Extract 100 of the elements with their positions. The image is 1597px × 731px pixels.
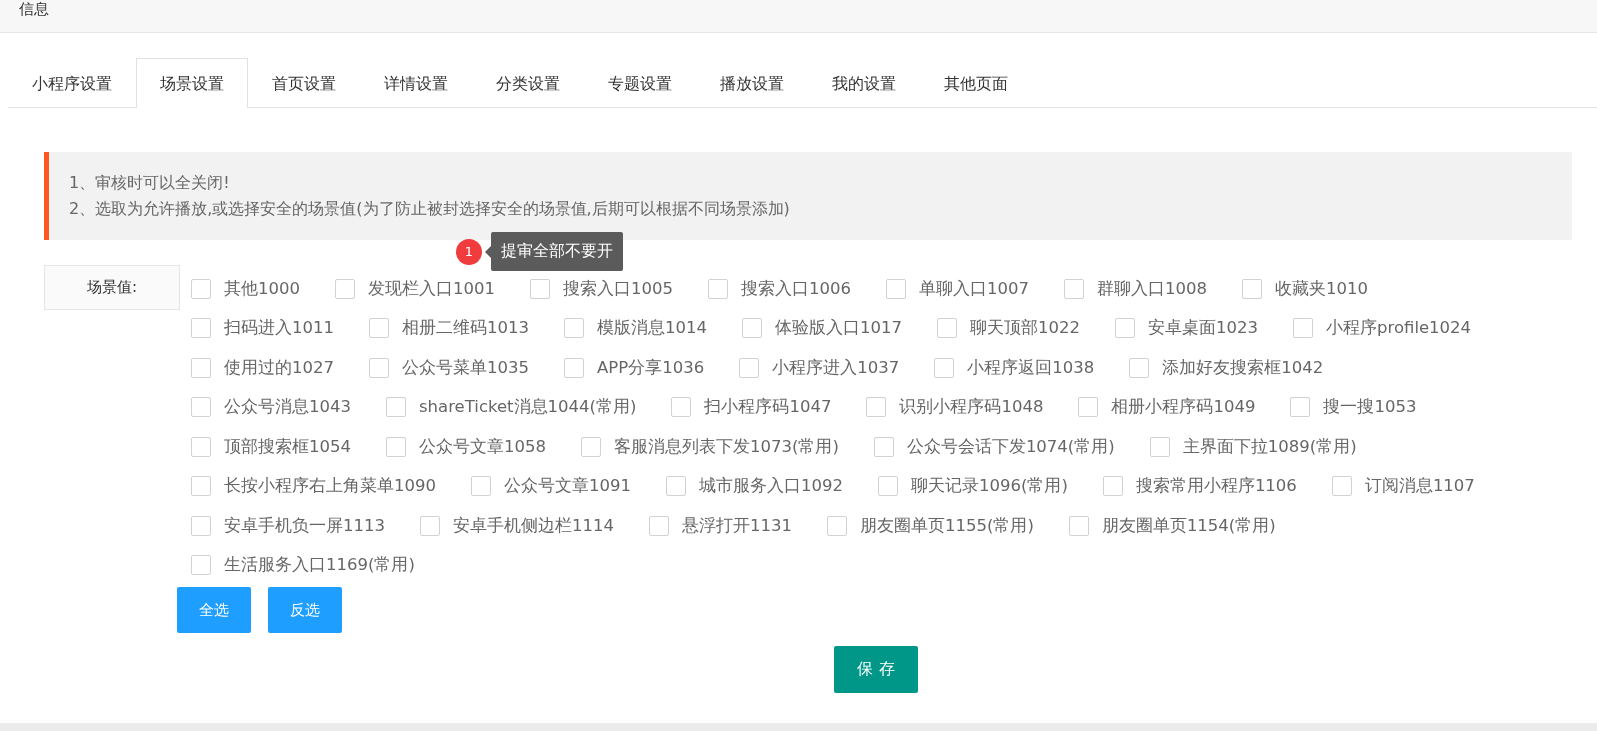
checkbox-label[interactable]: 小程序profile1024 — [1326, 317, 1472, 340]
checkbox[interactable] — [886, 278, 906, 299]
checkbox-label[interactable]: 朋友圈单页1155(常用) — [860, 514, 1034, 537]
checkbox-label[interactable]: 安卓手机侧边栏1114 — [453, 514, 614, 537]
checkbox-label[interactable]: 体验版入口1017 — [775, 317, 902, 340]
checkbox[interactable] — [649, 515, 669, 536]
checkbox-label[interactable]: 群聊入口1008 — [1097, 277, 1207, 300]
checkbox[interactable] — [866, 397, 887, 418]
checkbox[interactable] — [937, 318, 957, 339]
tab[interactable]: 其他页面 — [920, 58, 1032, 107]
checkbox-label[interactable]: 扫码进入1011 — [224, 317, 334, 340]
checkbox[interactable] — [530, 278, 550, 299]
checkbox-label[interactable]: 识别小程序码1048 — [899, 396, 1044, 419]
checkbox-label[interactable]: 搜索入口1005 — [563, 277, 673, 300]
checkbox[interactable] — [191, 476, 211, 497]
checkbox-label[interactable]: 小程序返回1038 — [967, 356, 1095, 379]
checkbox[interactable] — [1078, 397, 1099, 418]
checkbox-label[interactable]: 收藏夹1010 — [1275, 277, 1368, 300]
checkbox-label[interactable]: 主界面下拉1089(常用) — [1182, 435, 1357, 458]
checkbox-label[interactable]: 搜索常用小程序1106 — [1135, 475, 1297, 498]
checkbox[interactable] — [1129, 357, 1150, 378]
checkbox[interactable] — [742, 318, 762, 339]
checkbox-label[interactable]: 公众号消息1043 — [224, 396, 351, 419]
checkbox-label[interactable]: 朋友圈单页1154(常用) — [1101, 514, 1276, 537]
checkbox-label[interactable]: 公众号文章1058 — [419, 435, 546, 458]
checkbox[interactable] — [827, 515, 847, 536]
tab[interactable]: 详情设置 — [360, 58, 472, 107]
checkbox-label[interactable]: 订阅消息1107 — [1364, 475, 1475, 498]
checkbox-label[interactable]: 聊天顶部1022 — [970, 317, 1080, 340]
checkbox[interactable] — [386, 436, 406, 457]
page-title: 信息 — [19, 0, 49, 18]
checkbox[interactable] — [1293, 318, 1313, 339]
checkbox[interactable] — [191, 436, 211, 457]
checkbox[interactable] — [581, 436, 601, 457]
checkbox-label[interactable]: 公众号会话下发1074(常用) — [906, 435, 1115, 458]
checkbox[interactable] — [1115, 318, 1135, 339]
checkbox-label[interactable]: 公众号文章1091 — [504, 475, 631, 498]
checkbox-label[interactable]: APP分享1036 — [597, 356, 705, 379]
checkbox[interactable] — [878, 476, 898, 497]
step-badge: 1 — [456, 238, 482, 265]
checkbox[interactable] — [335, 278, 355, 299]
checkbox-label[interactable]: 城市服务入口1092 — [699, 475, 843, 498]
checkbox[interactable] — [934, 357, 955, 378]
checkbox-label[interactable]: 生活服务入口1169(常用) — [224, 554, 415, 577]
checkbox-label[interactable]: 模版消息1014 — [597, 317, 707, 340]
checkbox-label[interactable]: 公众号菜单1035 — [402, 356, 529, 379]
checkbox[interactable] — [191, 515, 211, 536]
checkbox[interactable] — [1064, 278, 1084, 299]
save-button[interactable]: 保 存 — [834, 646, 918, 693]
checkbox-label[interactable]: 安卓桌面1023 — [1148, 317, 1258, 340]
checkbox-label[interactable]: 长按小程序右上角菜单1090 — [224, 475, 436, 498]
checkbox[interactable] — [671, 397, 692, 418]
checkbox[interactable] — [369, 318, 389, 339]
tab[interactable]: 小程序设置 — [8, 58, 136, 107]
checkbox[interactable] — [1242, 278, 1262, 299]
checkbox-label[interactable]: 发现栏入口1001 — [368, 277, 495, 300]
checkbox-label[interactable]: shareTicket消息1044(常用) — [419, 396, 637, 419]
checkbox[interactable] — [1149, 436, 1170, 457]
checkbox-label[interactable]: 安卓手机负一屏1113 — [224, 514, 385, 537]
checkbox[interactable] — [708, 278, 728, 299]
tab[interactable]: 首页设置 — [248, 58, 360, 107]
checkbox[interactable] — [420, 515, 440, 536]
tab[interactable]: 播放设置 — [696, 58, 808, 107]
checkbox[interactable] — [471, 476, 491, 497]
checkbox-label[interactable]: 扫小程序码1047 — [704, 396, 832, 419]
tab[interactable]: 分类设置 — [472, 58, 584, 107]
checkbox-label[interactable]: 使用过的1027 — [224, 356, 334, 379]
checkbox[interactable] — [191, 357, 211, 378]
checkbox[interactable] — [873, 436, 894, 457]
checkbox-label[interactable]: 小程序进入1037 — [772, 356, 900, 379]
checkbox[interactable] — [739, 357, 760, 378]
checkbox[interactable] — [564, 357, 584, 378]
checkbox-label[interactable]: 搜索入口1006 — [741, 277, 851, 300]
notice-text: 1、审核时可以全关闭! — [69, 172, 231, 194]
checkbox-label[interactable]: 聊天记录1096(常用) — [911, 475, 1068, 498]
checkbox[interactable] — [564, 318, 584, 339]
checkbox-label[interactable]: 相册二维码1013 — [402, 317, 529, 340]
checkbox[interactable] — [1102, 476, 1123, 497]
checkbox-label[interactable]: 添加好友搜索框1042 — [1162, 356, 1324, 379]
tab[interactable]: 场景设置 — [136, 58, 248, 108]
checkbox[interactable] — [1331, 476, 1352, 497]
checkbox-label[interactable]: 相册小程序码1049 — [1111, 396, 1256, 419]
checkbox-label[interactable]: 顶部搜索框1054 — [224, 435, 351, 458]
checkbox[interactable] — [191, 555, 211, 576]
checkbox[interactable] — [386, 397, 406, 418]
tooltip: 提审全部不要开 — [491, 232, 623, 271]
checkbox[interactable] — [191, 278, 211, 299]
checkbox[interactable] — [1290, 397, 1311, 418]
checkbox[interactable] — [369, 357, 389, 378]
checkbox-label[interactable]: 其他1000 — [224, 277, 300, 300]
checkbox-label[interactable]: 搜一搜1053 — [1323, 396, 1417, 419]
tab[interactable]: 我的设置 — [808, 58, 920, 107]
checkbox[interactable] — [1068, 515, 1089, 536]
tab[interactable]: 专题设置 — [584, 58, 696, 107]
checkbox-label[interactable]: 客服消息列表下发1073(常用) — [614, 435, 839, 458]
checkbox[interactable] — [191, 318, 211, 339]
checkbox-label[interactable]: 单聊入口1007 — [919, 277, 1029, 300]
checkbox[interactable] — [666, 476, 686, 497]
checkbox[interactable] — [191, 397, 211, 418]
checkbox-label[interactable]: 悬浮打开1131 — [682, 514, 792, 537]
